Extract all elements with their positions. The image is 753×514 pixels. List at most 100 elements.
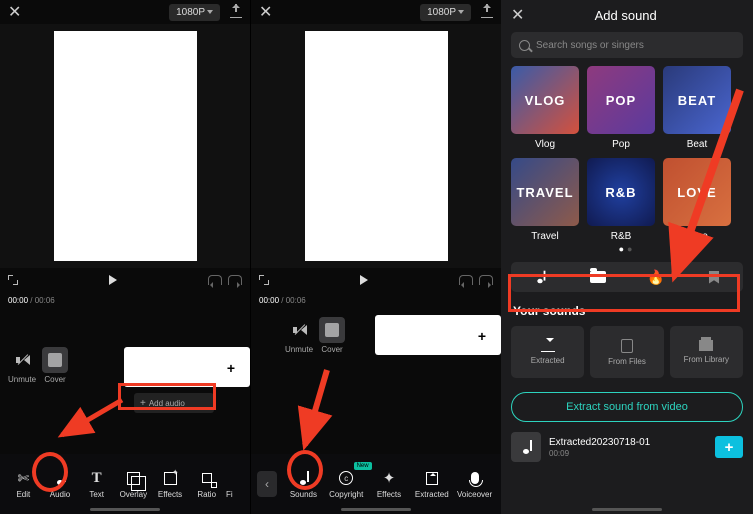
bookmark-icon xyxy=(709,271,719,284)
speaker-muted-icon xyxy=(16,355,28,365)
category-travel[interactable]: TRAVELTravel xyxy=(511,158,579,242)
card-from-library[interactable]: From Library xyxy=(670,326,743,378)
play-icon[interactable] xyxy=(360,275,368,285)
tab-trending[interactable]: 🔥 xyxy=(627,269,685,286)
redo-icon[interactable] xyxy=(479,275,493,285)
sound-thumbnail xyxy=(511,432,541,462)
back-button[interactable]: ‹ xyxy=(257,471,277,497)
tool-overlay[interactable]: Overlay xyxy=(116,469,151,499)
music-note-icon xyxy=(297,471,309,485)
tiktok-icon xyxy=(535,271,546,284)
close-icon[interactable]: ✕ xyxy=(8,2,21,22)
add-audio-button[interactable]: +Add audio xyxy=(134,393,214,413)
tab-tiktok[interactable] xyxy=(511,270,569,284)
home-indicator xyxy=(592,508,662,511)
card-from-files[interactable]: From Files xyxy=(590,326,663,378)
play-icon[interactable] xyxy=(109,275,117,285)
close-icon[interactable]: ✕ xyxy=(259,2,272,22)
tool-copyright[interactable]: NewcCopyright xyxy=(326,469,367,499)
search-icon xyxy=(519,40,530,51)
category-beat[interactable]: BEATBeat xyxy=(663,66,731,150)
fullscreen-icon[interactable] xyxy=(259,275,269,285)
your-sounds-heading: Your sounds xyxy=(501,296,753,322)
time-current: 00:00 xyxy=(259,296,279,305)
tab-saved[interactable] xyxy=(685,271,743,284)
panel-title: Add sound xyxy=(532,8,719,23)
category-love-thumb: LOVE xyxy=(663,158,731,226)
add-clip-button[interactable]: + xyxy=(220,357,242,379)
cover-label: Cover xyxy=(321,345,342,354)
category-vlog[interactable]: VLOGVlog xyxy=(511,66,579,150)
category-love-label: Love xyxy=(686,231,708,242)
category-pop[interactable]: POPPop xyxy=(587,66,655,150)
redo-icon[interactable] xyxy=(228,275,242,285)
card-from-files-label: From Files xyxy=(608,357,646,366)
sound-info: Extracted20230718-01 00:09 xyxy=(549,437,707,458)
time-display: 00:00 / 00:06 xyxy=(251,292,501,309)
tool-ratio[interactable]: Ratio xyxy=(189,469,224,499)
ratio-icon xyxy=(202,473,212,483)
tool-overlay-label: Overlay xyxy=(120,490,148,499)
preview-area xyxy=(0,24,250,268)
sound-item[interactable]: Extracted20230718-01 00:09 + xyxy=(511,432,743,462)
undo-icon[interactable] xyxy=(459,275,473,285)
unmute-label: Unmute xyxy=(8,375,36,384)
tool-text-label: Text xyxy=(89,490,104,499)
preview-area xyxy=(251,24,501,268)
unmute-button[interactable]: Unmute xyxy=(285,317,313,354)
tool-more[interactable]: Fi xyxy=(226,469,244,499)
tool-sounds[interactable]: Sounds xyxy=(283,469,324,499)
cover-button[interactable]: Cover xyxy=(42,347,68,384)
chevron-down-icon xyxy=(207,10,213,14)
resolution-picker[interactable]: 1080P xyxy=(420,4,471,21)
export-icon[interactable] xyxy=(481,6,493,18)
category-pop-label: Pop xyxy=(612,139,630,150)
search-input[interactable]: Search songs or singers xyxy=(511,32,743,58)
tool-effects[interactable]: ✦Effects xyxy=(369,469,410,499)
tool-extracted[interactable]: Extracted xyxy=(411,469,452,499)
cover-icon xyxy=(48,353,62,367)
cover-button[interactable]: Cover xyxy=(319,317,345,354)
resolution-label: 1080P xyxy=(176,7,205,18)
category-love[interactable]: LOVE Love xyxy=(663,158,731,242)
card-extracted-label: Extracted xyxy=(531,356,565,365)
tool-ratio-label: Ratio xyxy=(197,490,216,499)
tool-audio-label: Audio xyxy=(50,490,70,499)
source-tabs: 🔥 xyxy=(511,262,743,292)
tab-files[interactable] xyxy=(569,271,627,283)
tool-audio[interactable]: Audio xyxy=(43,469,78,499)
effects-icon xyxy=(164,472,177,485)
tool-effects[interactable]: Effects xyxy=(153,469,188,499)
fullscreen-icon[interactable] xyxy=(8,275,18,285)
music-note-icon xyxy=(54,471,66,485)
search-placeholder: Search songs or singers xyxy=(536,40,644,51)
card-extracted[interactable]: Extracted xyxy=(511,326,584,378)
extract-sound-button[interactable]: Extract sound from video xyxy=(511,392,743,422)
page-dots: ●● xyxy=(501,244,753,254)
tool-effects-label: Effects xyxy=(377,490,401,499)
tool-extracted-label: Extracted xyxy=(415,490,449,499)
unmute-button[interactable]: Unmute xyxy=(8,347,36,384)
tool-voiceover-label: Voiceover xyxy=(457,490,492,499)
tool-edit[interactable]: ✄Edit xyxy=(6,469,41,499)
export-icon[interactable] xyxy=(230,6,242,18)
add-sound-button[interactable]: + xyxy=(715,436,743,458)
resolution-picker[interactable]: 1080P xyxy=(169,4,220,21)
sound-duration: 00:09 xyxy=(549,449,707,458)
category-rnb[interactable]: R&BR&B xyxy=(587,158,655,242)
video-canvas[interactable] xyxy=(54,31,197,261)
cover-label: Cover xyxy=(44,375,65,384)
undo-icon[interactable] xyxy=(208,275,222,285)
card-from-library-label: From Library xyxy=(684,355,729,364)
tool-voiceover[interactable]: Voiceover xyxy=(454,469,495,499)
tool-copyright-label: Copyright xyxy=(329,490,363,499)
close-icon[interactable]: ✕ xyxy=(511,5,524,25)
extract-sound-label: Extract sound from video xyxy=(566,401,688,413)
video-canvas[interactable] xyxy=(305,31,448,261)
overlay-icon xyxy=(127,472,140,485)
tool-text[interactable]: TText xyxy=(79,469,114,499)
tool-effects-label: Effects xyxy=(158,490,182,499)
add-clip-button[interactable]: + xyxy=(471,325,493,347)
sound-name: Extracted20230718-01 xyxy=(549,437,707,448)
bottom-toolbar: ✄Edit Audio TText Overlay Effects Ratio … xyxy=(0,454,250,514)
